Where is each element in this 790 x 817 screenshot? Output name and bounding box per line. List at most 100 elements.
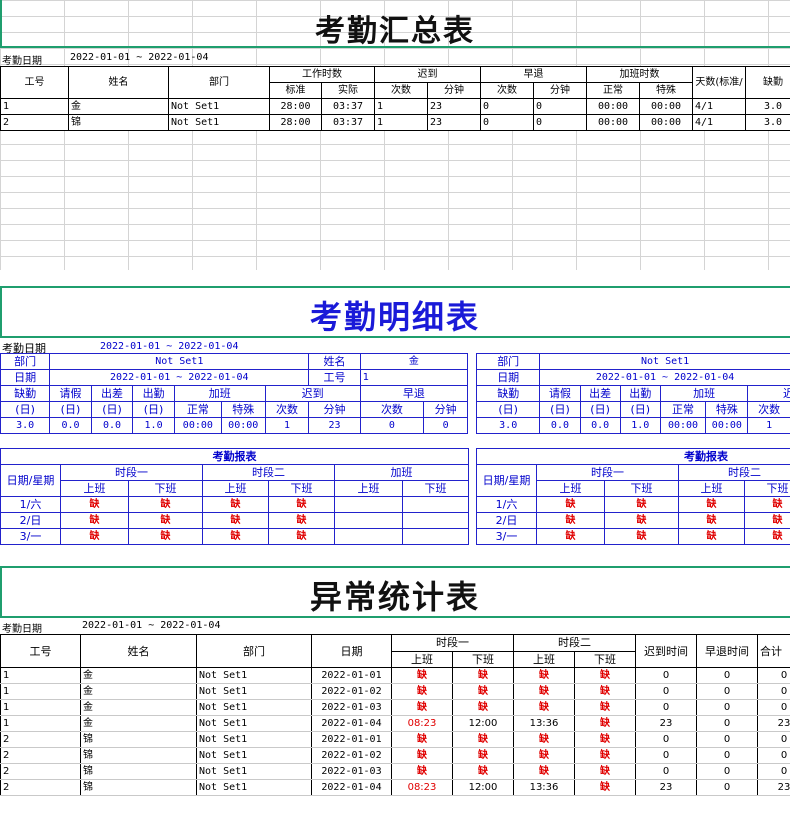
abnormal-cell-p1-off: 缺 <box>452 683 514 700</box>
empty-cell <box>402 496 469 513</box>
summary-cell-ot-spec: 00:00 <box>639 114 693 131</box>
abnormal-cell-p2-off: 缺 <box>574 667 636 684</box>
abnormal-cell-p2-on: 缺 <box>513 667 575 684</box>
detail-card-1-late-cnt-label: 次数 <box>264 401 310 418</box>
abnormal-cell-late: 0 <box>635 763 697 780</box>
abnormal-cell-dept: Not Set1 <box>196 683 312 700</box>
detail-card-1-leave: 0.0 <box>49 417 92 434</box>
absent-mark: 缺 <box>678 528 745 545</box>
detail-card-2-ot-norm: 00:00 <box>659 417 707 434</box>
abnormal-cell-p1-off: 12:00 <box>452 715 514 732</box>
absent-mark: 缺 <box>202 512 269 529</box>
abnormal-cell-p1-on: 缺 <box>391 731 453 748</box>
absent-mark: 缺 <box>678 512 745 529</box>
abnormal-cell-p1-off: 缺 <box>452 731 514 748</box>
table-row: 2/日 缺 缺 缺 缺 <box>476 512 790 529</box>
absent-mark: 缺 <box>268 528 335 545</box>
abnormal-cell-late: 0 <box>635 731 697 748</box>
abnormal-header-p1-off: 下班 <box>452 650 514 668</box>
detail-card-2-dept-label: 部门 <box>476 353 541 370</box>
summary-cell-late-min: 23 <box>427 114 481 131</box>
abnormal-cell-p2-on: 13:36 <box>513 779 575 796</box>
detail-card-2-late-cnt-label: 次数 <box>747 401 790 418</box>
detail-card-1-date-label: 日期 <box>0 369 51 386</box>
abnormal-cell-dept: Not Set1 <box>196 667 312 684</box>
abnormal-cell-date: 2022-01-01 <box>311 731 392 748</box>
detail-card-2-ot-spec-label: 特殊 <box>705 401 749 418</box>
summary-cell-act: 03:37 <box>321 98 375 115</box>
detail-card-1-p2-header: 时段二 <box>202 464 335 481</box>
detail-card-1-stats: 部门 Not Set1 姓名 金 日期 2022-01-01 ~ 2022-01… <box>0 353 469 434</box>
absent-mark: 缺 <box>268 512 335 529</box>
table-row: 2 锦 Not Set1 2022-01-01 缺 缺 缺 缺 0 0 0 <box>0 731 790 748</box>
detail-card-1-late-min: 23 <box>308 417 361 434</box>
abnormal-cell-id: 1 <box>0 715 81 732</box>
abnormal-header-p2: 时段二 <box>513 634 636 652</box>
abnormal-cell-early: 0 <box>696 683 758 700</box>
detail-card-1-out: 1.0 <box>132 417 175 434</box>
detail-title: 考勤明细表 <box>309 298 480 336</box>
detail-card-1-ot-norm-label: 正常 <box>173 401 222 418</box>
abnormal-cell-dept: Not Set1 <box>196 747 312 764</box>
detail-card-2-late-cnt: 1 <box>747 417 790 434</box>
detail-sheet: 考勤明细表 考勤日期 2022-01-01 ~ 2022-01-04 部门 No… <box>0 286 790 548</box>
empty-cell <box>334 512 403 529</box>
summary-cell-std: 28:00 <box>269 114 322 131</box>
absent-mark: 缺 <box>202 528 269 545</box>
detail-card-2-leave: 0.0 <box>539 417 581 434</box>
empty-cell <box>334 496 403 513</box>
absent-mark: 缺 <box>536 528 605 545</box>
abnormal-cell-total: 23 <box>757 715 790 732</box>
abnormal-cell-date: 2022-01-01 <box>311 667 392 684</box>
detail-card-2-day-unit: (日) <box>619 401 661 418</box>
detail-card-1-day: 1/六 <box>0 496 61 513</box>
detail-card-2-ot-spec: 00:00 <box>705 417 749 434</box>
detail-card-2-p2-header: 时段二 <box>678 464 790 481</box>
abnormal-cell-id: 2 <box>0 731 81 748</box>
detail-card-2-date-label: 日期 <box>476 369 541 386</box>
detail-card-2-on-header: 上班 <box>678 480 745 497</box>
summary-header-work-std: 标准 <box>269 82 322 99</box>
table-row: 2 锦 Not Set1 2022-01-03 缺 缺 缺 缺 0 0 0 <box>0 763 790 780</box>
summary-cell-early-cnt: 0 <box>480 114 534 131</box>
table-row: 2 锦 Not Set1 2022-01-04 08:23 12:00 13:3… <box>0 779 790 796</box>
empty-cell <box>334 528 403 545</box>
abnormal-cell-p2-off: 缺 <box>574 715 636 732</box>
table-row: 1 金 Not Set1 2022-01-02 缺 缺 缺 缺 0 0 0 <box>0 683 790 700</box>
summary-title: 考勤汇总表 <box>315 14 475 49</box>
detail-card-2-out-label: 出勤 <box>619 385 661 402</box>
table-row: 2 锦 Not Set1 28:00 03:37 1 23 0 0 00:00 … <box>0 114 790 131</box>
abnormal-cell-name: 金 <box>80 667 197 684</box>
summary-date-range: 2022-01-01 ~ 2022-01-04 <box>70 52 209 63</box>
detail-card-1-leave-label: 请假 <box>49 385 92 402</box>
summary-cell-dept: Not Set1 <box>168 114 270 131</box>
summary-cell-days: 4/1 <box>692 98 746 115</box>
summary-header-early-cnt: 次数 <box>480 82 534 99</box>
summary-date-label: 考勤日期 <box>2 56 42 67</box>
summary-header-name: 姓名 <box>68 66 169 99</box>
abnormal-cell-p2-on: 缺 <box>513 747 575 764</box>
summary-title-divider <box>0 46 790 48</box>
abnormal-cell-p1-on: 缺 <box>391 667 453 684</box>
detail-card-2-date: 2022-01-01 ~ 2022-01-04 <box>539 369 790 386</box>
summary-header-late: 迟到 <box>374 66 481 83</box>
table-row: 1/六 缺 缺 缺 缺 <box>476 496 790 513</box>
summary-header-ot: 加班时数 <box>586 66 693 83</box>
summary-cell-std: 28:00 <box>269 98 322 115</box>
detail-card-2-late-label: 迟到 <box>747 385 790 402</box>
absent-mark: 缺 <box>536 496 605 513</box>
detail-card-1-absent-label: 缺勤 <box>0 385 51 402</box>
abnormal-header-date: 日期 <box>311 634 392 668</box>
detail-card-2-weekday-header: 日期/星期 <box>476 464 537 497</box>
absent-mark: 缺 <box>536 512 605 529</box>
detail-card-1-day-unit: (日) <box>0 401 51 418</box>
detail-card-1-early-min: 0 <box>423 417 468 434</box>
abnormal-cell-name: 锦 <box>80 731 197 748</box>
abnormal-cell-p1-on: 缺 <box>391 699 453 716</box>
abnormal-cell-dept: Not Set1 <box>196 763 312 780</box>
detail-card-2-trip: 0.0 <box>579 417 621 434</box>
abnormal-cell-early: 0 <box>696 715 758 732</box>
detail-card-1-ot-spec: 00:00 <box>220 417 266 434</box>
abnormal-cell-dept: Not Set1 <box>196 699 312 716</box>
detail-card-1-on-header: 上班 <box>334 480 403 497</box>
